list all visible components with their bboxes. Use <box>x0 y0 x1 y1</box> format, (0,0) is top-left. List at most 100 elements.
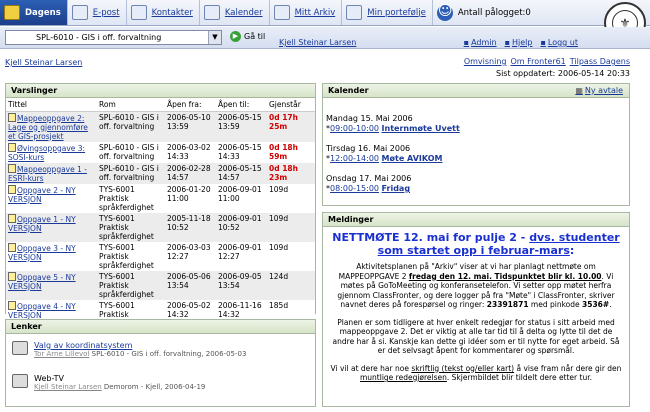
nav-item-1[interactable]: E-post <box>68 0 127 25</box>
calendar-event[interactable]: *12:00-14:00 Møte AVIKOM <box>326 154 629 164</box>
alert-room: TYS-6001 Praktisk språkferdighet <box>97 241 165 271</box>
assignment-icon <box>8 242 16 252</box>
alert-title-link[interactable]: Oppgave 2 - NY VERSJON <box>8 186 76 204</box>
p3-underlined: muntlige redegjørelsen <box>359 373 447 382</box>
message-headline: NETTMØTE 12. mai for pulje 2 - dvs. stud… <box>329 231 623 257</box>
nav-item-label: Mitt Arkiv <box>294 7 336 18</box>
alerts-table: Tittel Rom Åpen fra: Åpen til: Gjenstår … <box>6 98 315 329</box>
alert-title-link[interactable]: Oppgave 4 - NY VERSJON <box>8 302 76 320</box>
calendar-event-title[interactable]: Internmøte Uvett <box>382 124 460 133</box>
course-bar: SPL-6010 - GIS i off. forvaltning ▼ ▶ Gå… <box>0 27 650 49</box>
table-row: Oppgave 5 - NY VERSJON TYS-6001 Praktisk … <box>6 270 315 300</box>
nav-item-4[interactable]: Mitt Arkiv <box>270 0 343 25</box>
calendar-event-time[interactable]: 09:00-10:00 <box>330 124 379 133</box>
calendar-event-title[interactable]: Møte AVIKOM <box>382 154 443 163</box>
go-arrow-icon: ▶ <box>230 31 241 42</box>
portfolio-icon <box>346 5 363 20</box>
user-name-link[interactable]: Kjell Steinar Larsen <box>5 58 82 67</box>
logout-link[interactable]: Logg ut <box>540 38 578 47</box>
calendar-entry: Tirsdag 16. Mai 2006 *12:00-14:00 Møte AV… <box>326 144 629 164</box>
calendar-day: Onsdag 17. Mai 2006 <box>326 174 412 183</box>
alert-title-cell: Oppgave 5 - NY VERSJON <box>6 270 97 300</box>
alert-remaining: 0d 17h 25m <box>267 111 315 142</box>
alert-room: SPL-6010 - GIS i off. forvaltning <box>97 141 165 163</box>
calendar-icon <box>203 5 220 20</box>
alert-open-from: 2006-03-03 12:27 <box>165 241 216 271</box>
new-appointment-link[interactable]: Ny avtale <box>575 84 623 97</box>
mail-icon <box>71 5 88 20</box>
assignment-icon <box>8 142 16 152</box>
alert-open-to: 2006-09-01 11:00 <box>216 183 267 213</box>
links-panel-title: Lenker <box>6 320 315 334</box>
links-panel: Lenker Valg av koordinatsystem Tor Arne … <box>5 319 316 407</box>
nav-item-0[interactable]: Dagens <box>0 0 68 25</box>
alert-remaining: 109d <box>267 241 315 271</box>
smiley-icon <box>436 3 453 21</box>
course-select[interactable]: SPL-6010 - GIS i off. forvaltning ▼ <box>5 30 222 45</box>
calendar-event[interactable]: *09:00-10:00 Internmøte Uvett <box>326 124 629 134</box>
nav-item-3[interactable]: Kalender <box>200 0 270 25</box>
alert-title-cell: Øvingsoppgave 3: SOSI-kurs <box>6 141 97 163</box>
col-open-from: Åpen fra: <box>165 98 216 112</box>
message-paragraph-1: Aktivitetsplanen på "Arkiv" viser at vi … <box>329 262 623 310</box>
customize-link[interactable]: Tilpass Dagens <box>570 57 630 66</box>
calendar-event-title[interactable]: Fridag <box>382 184 411 193</box>
alert-title-link[interactable]: Mappeoppgave 2: Lage og gjennomføre et G… <box>8 114 88 141</box>
alert-remaining: 124d <box>267 270 315 300</box>
link-item: Web-TV Kjell Steinar Larsen Demorom - Kj… <box>6 374 315 392</box>
goto-button[interactable]: ▶ Gå til <box>230 31 265 42</box>
bar2-user-link[interactable]: Kjell Steinar Larsen <box>279 38 356 47</box>
table-row: Mappeoppgave 1 - ESRI-kurs SPL-6010 - GIS… <box>6 162 315 184</box>
p1-text: med pinkode <box>528 300 583 309</box>
link-item-title[interactable]: Valg av koordinatsystem <box>34 341 315 350</box>
assignment-icon <box>8 112 16 122</box>
alert-remaining: 0d 18h 23m <box>267 162 315 184</box>
link-item-meta: Kjell Steinar Larsen Demorom - Kjell, 20… <box>34 383 315 392</box>
headline-end: : <box>569 244 575 257</box>
alert-remaining: 0d 18h 59m <box>267 141 315 163</box>
calendar-entry: Onsdag 17. Mai 2006 *08:00-15:00 Fridag <box>326 174 629 194</box>
calendar-event-time[interactable]: 08:00-15:00 <box>330 184 379 193</box>
tour-link[interactable]: Omvisning <box>464 57 507 66</box>
nav-item-2[interactable]: Kontakter <box>127 0 200 25</box>
alert-title-link[interactable]: Øvingsoppgave 3: SOSI-kurs <box>8 144 85 162</box>
table-row: Oppgave 1 - NY VERSJON TYS-6001 Praktisk … <box>6 212 315 242</box>
about-link[interactable]: Om Fronter61 <box>510 57 565 66</box>
alert-title-link[interactable]: Oppgave 3 - NY VERSJON <box>8 244 76 262</box>
goto-label: Gå til <box>244 32 266 41</box>
alert-open-to: 2006-09-01 12:27 <box>216 241 267 271</box>
nav-item-label: Min portefølje <box>367 7 426 18</box>
link-item-title[interactable]: Web-TV <box>34 374 315 383</box>
calendar-panel: Kalender Ny avtale Mandag 15. Mai 2006*0… <box>322 83 630 206</box>
chevron-down-icon[interactable]: ▼ <box>208 31 221 44</box>
calendar-day: Tirsdag 16. Mai 2006 <box>326 144 411 153</box>
link-item-author[interactable]: Tor Arne Lillevol <box>34 350 89 358</box>
alert-title-link[interactable]: Oppgave 5 - NY VERSJON <box>8 273 76 291</box>
course-select-value: SPL-6010 - GIS i off. forvaltning <box>36 33 162 42</box>
utility-links: Admin Hjelp Logg ut <box>464 38 578 47</box>
admin-link[interactable]: Admin <box>464 38 497 47</box>
help-link[interactable]: Hjelp <box>505 38 532 47</box>
col-remaining: Gjenstår <box>267 98 315 112</box>
alert-title-link[interactable]: Mappeoppgave 1 - ESRI-kurs <box>8 165 87 183</box>
alert-open-from: 2006-05-06 13:54 <box>165 270 216 300</box>
alert-remaining: 109d <box>267 212 315 242</box>
alert-title-cell: Mappeoppgave 1 - ESRI-kurs <box>6 162 97 184</box>
calendar-event-time[interactable]: 12:00-14:00 <box>330 154 379 163</box>
calendar-panel-head: Kalender Ny avtale <box>323 84 629 98</box>
alert-room: TYS-6001 Praktisk språkferdighet <box>97 270 165 300</box>
headline-part: NETTMØTE 12. mai for pulje 2 - <box>332 231 530 244</box>
nav-item-5[interactable]: Min portefølje <box>342 0 433 25</box>
alert-open-from: 2006-02-28 14:57 <box>165 162 216 184</box>
alert-room: TYS-6001 Praktisk språkferdighet <box>97 212 165 242</box>
link-item-details: Demorom - Kjell, 2006-04-19 <box>103 383 206 391</box>
link-item-author[interactable]: Kjell Steinar Larsen <box>34 383 102 391</box>
calendar-event[interactable]: *08:00-15:00 Fridag <box>326 184 629 194</box>
assignment-icon <box>8 213 16 223</box>
assignment-icon <box>8 163 16 173</box>
p1-emph: fredag den 12. mai. Tidspunktet blir kl.… <box>408 271 602 281</box>
alert-title-link[interactable]: Oppgave 1 - NY VERSJON <box>8 215 76 233</box>
logged-in-label: Antall pålogget:0 <box>457 7 531 18</box>
logged-in-count: Antall pålogget:0 <box>433 0 537 25</box>
message-body: NETTMØTE 12. mai for pulje 2 - dvs. stud… <box>323 231 629 383</box>
